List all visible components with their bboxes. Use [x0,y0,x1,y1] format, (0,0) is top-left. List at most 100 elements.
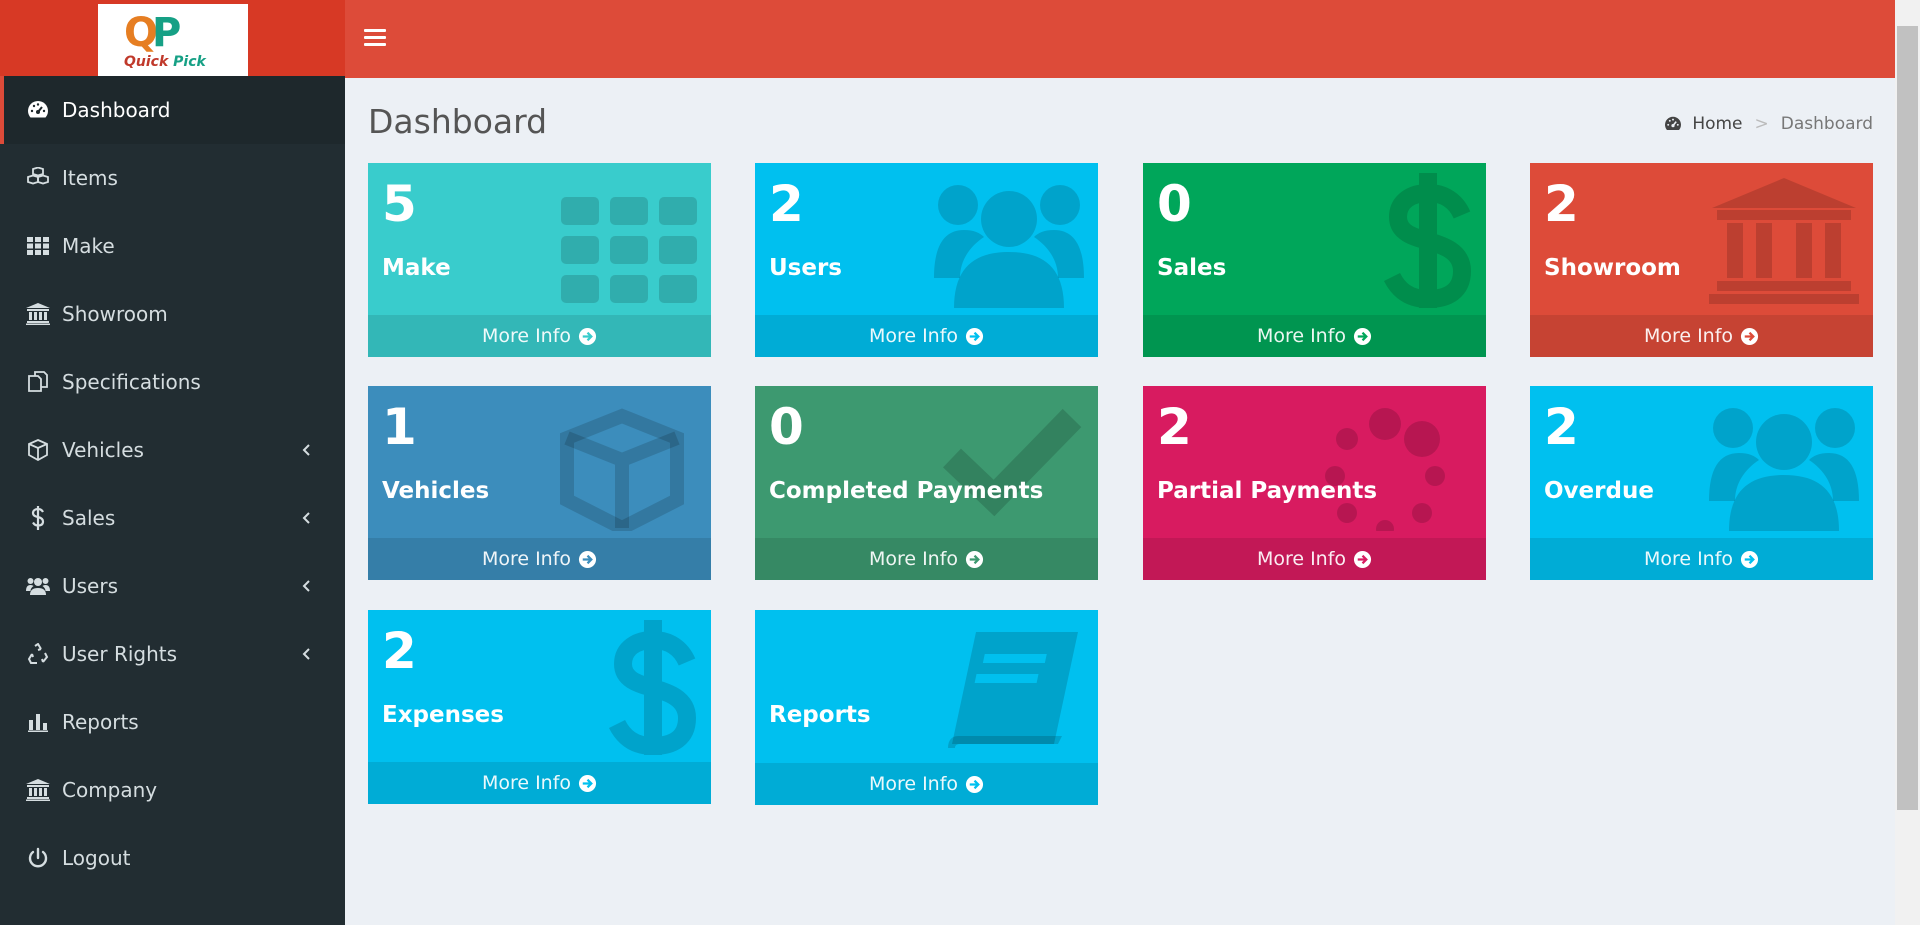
sidebar-item-label: Items [62,166,118,190]
power-icon [26,846,50,870]
more-info-link[interactable]: More Info [755,763,1098,805]
more-info-link[interactable]: More Info [1530,315,1873,357]
sidebar-item-vehicles[interactable]: Vehicles [0,416,345,484]
sidebar-item-label: Users [62,574,119,598]
page-title: Dashboard [368,102,548,141]
spinner-icon [1325,408,1445,531]
sidebar-item-specifications[interactable]: Specifications [0,348,345,416]
sidebar-item-label: Sales [62,506,116,530]
users-icon [26,574,50,598]
sidebar-item-users[interactable]: Users [0,552,345,620]
bar-chart-icon [26,710,50,734]
info-box-completed-payments: 0 Completed Payments More Info [755,386,1098,580]
arrow-circle-right-icon [1353,550,1372,568]
more-info-link[interactable]: More Info [1143,538,1486,580]
logo-letters: QP [124,10,181,56]
breadcrumb-home[interactable]: Home [1664,114,1743,134]
bank-icon [26,302,50,326]
box-count: 2 [1544,175,1579,233]
sidebar-item-dashboard[interactable]: Dashboard [0,76,345,144]
chevron-left-icon [302,648,310,660]
breadcrumb-home-label: Home [1692,114,1743,134]
info-box-showroom: 2 Showroom More Info [1530,163,1873,357]
info-box-vehicles: 1 Vehicles More Info [368,386,711,580]
arrow-circle-right-icon [1353,327,1372,345]
more-info-link[interactable]: More Info [368,538,711,580]
sidebar-item-label: Vehicles [62,438,144,462]
dollar-icon [26,506,50,530]
more-info-link[interactable]: More Info [368,762,711,804]
box-label: Partial Payments [1157,478,1378,504]
copy-icon [26,370,50,394]
sidebar-item-make[interactable]: Make [0,212,345,280]
sidebar-item-items[interactable]: Items [0,144,345,212]
users-icon [1709,408,1859,531]
breadcrumb-current: Dashboard [1780,114,1873,134]
check-icon [943,408,1082,517]
info-box-sales: 0 Sales More Info [1143,163,1486,357]
sidebar-item-showroom[interactable]: Showroom [0,280,345,348]
more-info-link[interactable]: More Info [755,315,1098,357]
arrow-circle-right-icon [1740,550,1759,568]
box-count: 2 [1544,398,1579,456]
info-box-partial-payments: 2 Partial Payments More Info [1143,386,1486,580]
info-box-expenses: 2 Expenses More Info [368,610,711,804]
info-box-users: 2 Users More Info [755,163,1098,357]
logo-area: QP Quick Pick [0,0,345,78]
sidebar-item-company[interactable]: Company [0,756,345,824]
grid-icon [26,234,50,258]
chevron-left-icon [302,444,310,456]
sidebar: Dashboard Items Make Showroom Specificat… [0,76,345,925]
cube-icon [560,408,684,531]
scrollbar-thumb[interactable] [1897,26,1918,810]
box-label: Sales [1157,255,1227,281]
box-label: Users [769,255,842,281]
grid-icon [561,197,697,303]
dashboard-icon [26,98,50,122]
sidebar-item-label: User Rights [62,642,178,666]
box-count: 1 [382,398,417,456]
more-info-link[interactable]: More Info [368,315,711,357]
sidebar-item-label: Reports [62,710,139,734]
info-box-overdue: 2 Overdue More Info [1530,386,1873,580]
box-count: 5 [382,175,417,233]
cube-icon [26,438,50,462]
box-label: Make [382,255,451,281]
box-label: Overdue [1544,478,1654,504]
book-icon [948,632,1078,748]
arrow-circle-right-icon [965,775,984,793]
arrow-circle-right-icon [1740,327,1759,345]
info-box-make: 5 Make More Info [368,163,711,357]
info-box-reports: Reports More Info [755,610,1098,805]
hamburger-icon[interactable] [364,29,386,49]
chevron-left-icon [302,512,310,524]
chevron-left-icon [302,580,310,592]
logo-tagline: Quick Pick [124,54,206,70]
box-label: Reports [769,702,871,728]
sidebar-item-label: Showroom [62,302,168,326]
sidebar-item-logout[interactable]: Logout [0,824,345,892]
logo[interactable]: QP Quick Pick [98,4,248,76]
box-count: 0 [1157,175,1192,233]
arrow-circle-right-icon [578,774,597,792]
sidebar-item-user-rights[interactable]: User Rights [0,620,345,688]
bank-icon [26,778,50,802]
sidebar-item-label: Dashboard [62,98,171,122]
more-info-link[interactable]: More Info [1143,315,1486,357]
box-label: Completed Payments [769,478,1044,504]
box-label: Showroom [1544,255,1681,281]
sidebar-item-label: Specifications [62,370,201,394]
breadcrumb: Home > Dashboard [1664,114,1873,134]
arrow-circle-right-icon [965,550,984,568]
sidebar-item-sales[interactable]: Sales [0,484,345,552]
dashboard-icon [1665,116,1682,130]
dollar-icon [1383,173,1472,308]
box-label: Vehicles [382,478,490,504]
more-info-link[interactable]: More Info [755,538,1098,580]
dollar-icon [608,620,697,755]
sidebar-item-reports[interactable]: Reports [0,688,345,756]
more-info-link[interactable]: More Info [1530,538,1873,580]
arrow-circle-right-icon [965,327,984,345]
box-label: Expenses [382,702,504,728]
sidebar-item-label: Make [62,234,115,258]
